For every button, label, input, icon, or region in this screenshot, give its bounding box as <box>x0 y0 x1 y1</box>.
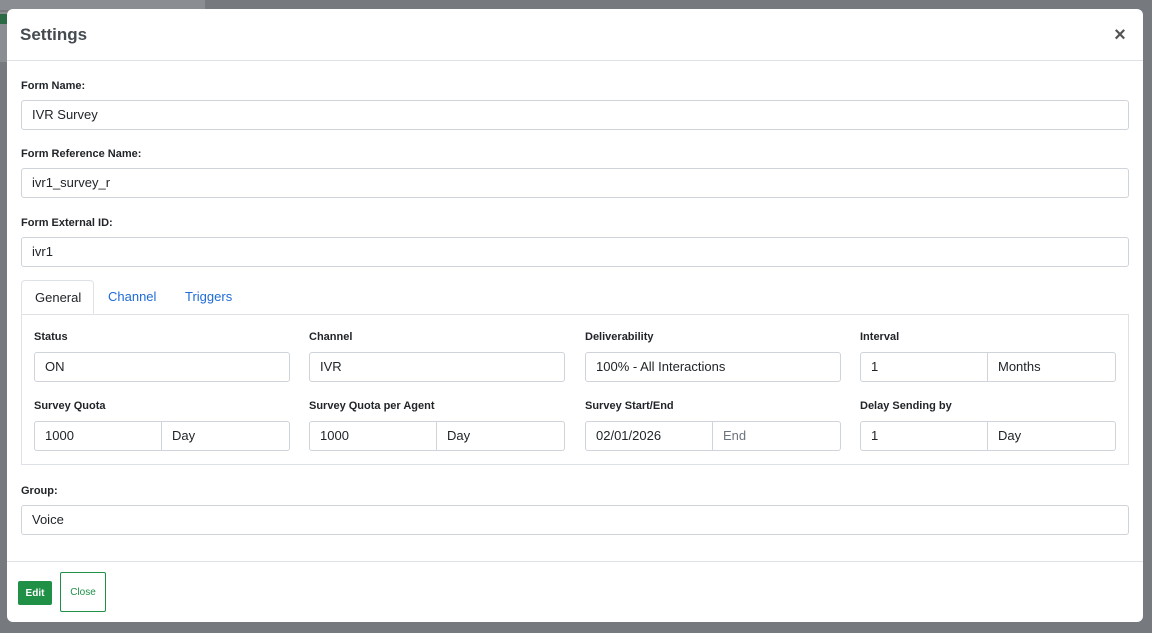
edit-button[interactable]: Edit <box>18 581 52 605</box>
settings-modal: Settings × Form Name: IVR Survey Form Re… <box>7 9 1143 622</box>
agent-quota-label: Survey Quota per Agent <box>309 400 435 412</box>
delay-sending-input[interactable]: 1 <box>860 421 988 451</box>
modal-body: Form Name: IVR Survey Form Reference Nam… <box>7 61 1143 560</box>
delay-sending-label: Delay Sending by <box>860 400 952 412</box>
modal-footer: Edit Close <box>7 561 1143 622</box>
tab-general[interactable]: General <box>21 280 94 314</box>
modal-title: Settings <box>20 25 88 44</box>
tab-channel[interactable]: Channel <box>95 280 169 314</box>
channel-select[interactable]: IVR <box>309 352 565 382</box>
form-reference-name-input[interactable]: ivr1_survey_r <box>21 168 1129 198</box>
general-tab-panel: Status ON Channel IVR Deliverability 100… <box>21 314 1129 465</box>
survey-quota-input[interactable]: 1000 <box>34 421 162 451</box>
survey-end-input[interactable]: End <box>713 421 841 451</box>
background-sidebar-strip <box>0 12 7 62</box>
interval-label: Interval <box>860 331 900 343</box>
group-label: Group: <box>21 485 58 497</box>
interval-input[interactable]: 1 <box>860 352 988 382</box>
tab-triggers[interactable]: Triggers <box>172 280 245 314</box>
form-name-input[interactable]: IVR Survey <box>21 100 1129 130</box>
agent-quota-input[interactable]: 1000 <box>309 421 437 451</box>
form-external-id-label: Form External ID: <box>21 217 113 229</box>
interval-unit-select[interactable]: Months <box>988 352 1116 382</box>
form-reference-name-label: Form Reference Name: <box>21 148 142 160</box>
agent-quota-unit-select[interactable]: Day <box>437 421 565 451</box>
close-button[interactable]: Close <box>60 572 106 612</box>
survey-quota-unit-select[interactable]: Day <box>162 421 290 451</box>
survey-start-input[interactable]: 02/01/2026 <box>585 421 713 451</box>
deliverability-label: Deliverability <box>585 331 654 343</box>
form-name-label: Form Name: <box>21 80 86 92</box>
status-select[interactable]: ON <box>34 352 290 382</box>
channel-label: Channel <box>309 331 353 343</box>
settings-tabs: General Channel Triggers <box>21 280 1129 314</box>
form-external-id-input[interactable]: ivr1 <box>21 237 1129 267</box>
background-badge <box>0 14 7 24</box>
deliverability-select[interactable]: 100% - All Interactions <box>585 352 841 382</box>
group-input[interactable]: Voice <box>21 505 1129 535</box>
survey-quota-label: Survey Quota <box>34 400 106 412</box>
modal-header: Settings × <box>7 9 1143 61</box>
close-icon[interactable]: × <box>1112 25 1128 45</box>
status-label: Status <box>34 331 68 343</box>
delay-sending-unit-select[interactable]: Day <box>988 421 1116 451</box>
survey-start-end-label: Survey Start/End <box>585 400 674 412</box>
